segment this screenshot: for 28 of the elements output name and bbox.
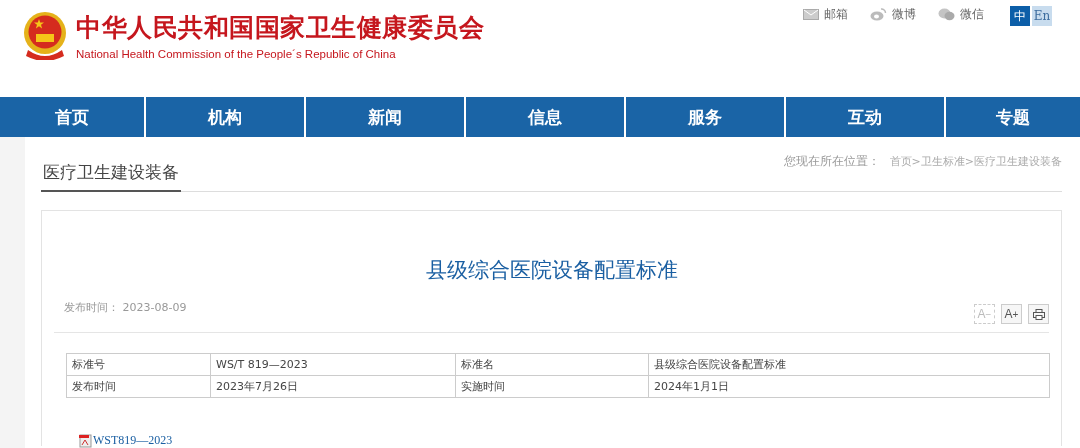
table-cell: 2024年1月1日 [648, 375, 1050, 398]
language-button[interactable]: En [1032, 6, 1052, 26]
table-cell: 标准号 [66, 353, 211, 376]
article-title: 县级综合医院设备配置标准 [424, 257, 679, 284]
site-subtitle: National Health Commission of the People´s Republic of China [76, 47, 397, 60]
section-title: 医疗卫生建设装备 [41, 161, 181, 192]
language-button[interactable]: 中 [1010, 6, 1030, 26]
wechat-link[interactable]: 微信 [938, 6, 984, 23]
printer-icon [1032, 308, 1045, 320]
location-label: 您现在所在位置： [783, 153, 880, 170]
publish-date: 发布时间： 2023-08-09 [64, 300, 187, 315]
table-cell: 2023年7月26日 [210, 375, 456, 398]
weibo-link[interactable]: 微博 [870, 6, 916, 23]
file-icon [79, 433, 92, 448]
emblem-icon [22, 10, 68, 60]
attachment-link[interactable]: WST819—2023 [93, 433, 173, 448]
table-cell: 实施时间 [455, 375, 649, 398]
nav-item[interactable]: 专题 [946, 97, 1080, 137]
print-button[interactable] [1028, 304, 1049, 324]
chat-bubbles-icon [938, 8, 955, 21]
site-title: 中华人民共和国国家卫生健康委员会 [76, 11, 484, 43]
weibo-icon [870, 8, 887, 21]
table-cell: 发布时间 [66, 375, 211, 398]
mail-link[interactable]: 邮箱 [803, 6, 848, 23]
table-cell: WS/T 819—2023 [210, 353, 456, 376]
mail-icon [803, 9, 819, 20]
table-cell: 县级综合医院设备配置标准 [648, 353, 1050, 376]
table-cell: 标准名 [455, 353, 649, 376]
